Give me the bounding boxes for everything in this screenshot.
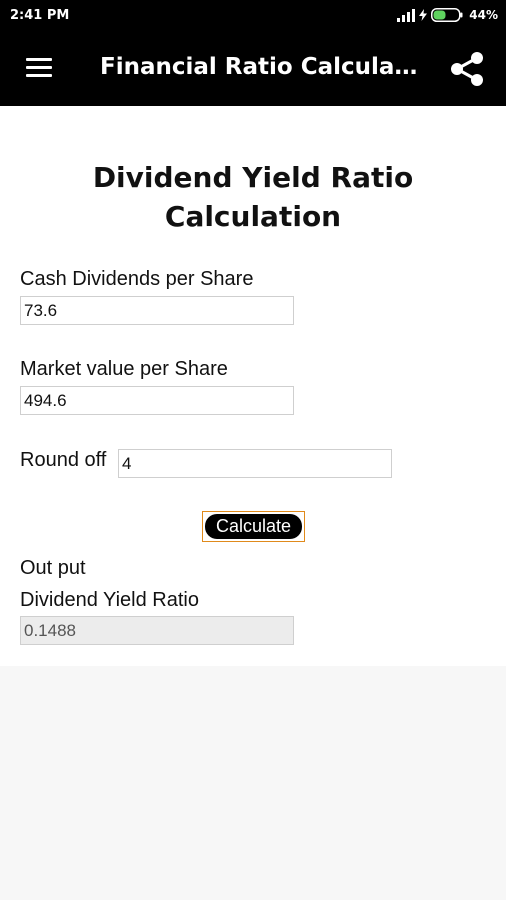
status-icons: 44% [397, 6, 498, 24]
menu-icon[interactable] [24, 56, 54, 80]
status-time: 2:41 PM [10, 8, 70, 23]
calculate-button[interactable]: Calculate [202, 511, 305, 542]
calculate-button-label: Calculate [205, 514, 302, 539]
round-off-input[interactable] [118, 449, 392, 478]
battery-icon [431, 8, 463, 22]
cash-dividends-label: Cash Dividends per Share [20, 268, 254, 290]
dividend-yield-result-field [20, 616, 294, 645]
charging-bolt-icon [419, 9, 428, 21]
app-title: Financial Ratio Calculat… [100, 54, 420, 80]
market-value-input[interactable] [20, 386, 294, 415]
app-bar: Financial Ratio Calculat… [0, 30, 506, 106]
battery-percent: 44% [469, 8, 498, 22]
cash-dividends-input[interactable] [20, 296, 294, 325]
calculator-form: Dividend Yield Ratio Calculation Cash Di… [0, 106, 506, 666]
signal-icon [397, 8, 416, 22]
share-icon[interactable] [448, 50, 486, 88]
status-bar: 2:41 PM 44% [0, 0, 506, 30]
market-value-label: Market value per Share [20, 358, 228, 380]
output-section-label: Out put [20, 557, 86, 579]
dividend-yield-result-label: Dividend Yield Ratio [20, 589, 199, 611]
round-off-label: Round off [20, 449, 107, 471]
page-title: Dividend Yield Ratio Calculation [92, 161, 414, 233]
